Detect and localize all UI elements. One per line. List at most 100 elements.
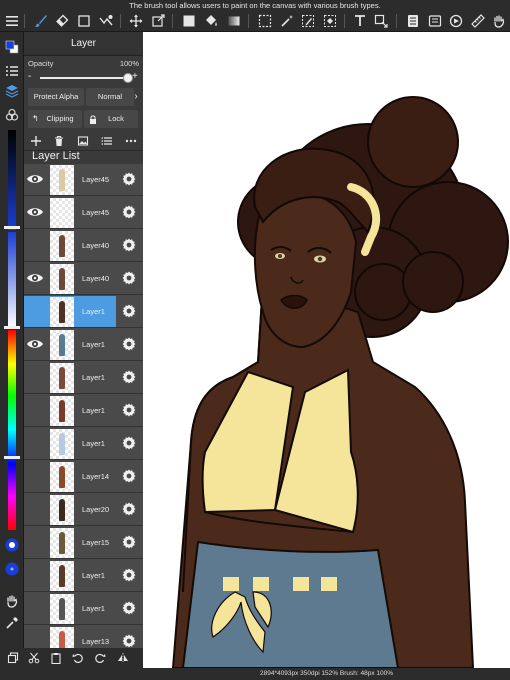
- move-tool-icon[interactable]: [127, 12, 145, 30]
- hand-tool-icon[interactable]: [490, 12, 508, 30]
- layer-settings-gear-icon[interactable]: [122, 535, 136, 549]
- bucket-tool-icon[interactable]: [202, 12, 220, 30]
- opacity-slider-fill: [40, 77, 128, 79]
- select-tool-icon[interactable]: [256, 12, 274, 30]
- layer-row[interactable]: Layer1: [24, 560, 143, 592]
- eraser-tool-icon[interactable]: [53, 12, 71, 30]
- magic-wand-icon[interactable]: [278, 12, 296, 30]
- layer-row[interactable]: Layer40: [24, 263, 143, 295]
- layer-settings-gear-icon[interactable]: [122, 304, 136, 318]
- layer-row[interactable]: Layer14: [24, 461, 143, 493]
- eyedropper-icon[interactable]: [3, 614, 21, 632]
- fill-color-icon[interactable]: [180, 12, 198, 30]
- hand-icon[interactable]: [3, 592, 21, 610]
- layer-settings-gear-icon[interactable]: [122, 634, 136, 648]
- select-pen-icon[interactable]: [299, 12, 317, 30]
- color-sliders[interactable]: [4, 130, 20, 550]
- layer-name: Layer1: [82, 340, 105, 349]
- layer-name: Layer15: [82, 538, 110, 547]
- lock-label: Lock: [108, 114, 124, 123]
- layer-row[interactable]: Layer1: [24, 593, 143, 625]
- layer-settings-gear-icon[interactable]: [122, 271, 136, 285]
- layer-stack-icon[interactable]: [3, 82, 21, 100]
- layer-row[interactable]: Layer20: [24, 494, 143, 526]
- cut-icon[interactable]: [26, 650, 42, 666]
- clipping-button[interactable]: ↰ Clipping: [28, 110, 82, 128]
- copy-icon[interactable]: [5, 650, 21, 666]
- opacity-slider[interactable]: [40, 73, 133, 83]
- drawing-canvas[interactable]: [143, 32, 510, 668]
- layers-icon[interactable]: [404, 12, 422, 30]
- gradient-tool-icon[interactable]: [225, 12, 243, 30]
- shape-tool-icon[interactable]: [75, 12, 93, 30]
- select-eraser-icon[interactable]: [321, 12, 339, 30]
- opacity-increase-button[interactable]: +: [132, 72, 140, 82]
- delete-layer-icon[interactable]: [51, 133, 67, 149]
- add-layer-icon[interactable]: [28, 133, 44, 149]
- brush-list-icon[interactable]: [3, 62, 21, 80]
- app-window: The brush tool allows users to paint on …: [0, 0, 510, 680]
- blend-mode-arrow[interactable]: ›: [130, 88, 142, 106]
- layer-settings-gear-icon[interactable]: [122, 337, 136, 351]
- brush-tool-icon[interactable]: [32, 12, 50, 30]
- layer-row[interactable]: Layer1: [24, 362, 143, 394]
- layer-settings-gear-icon[interactable]: [122, 502, 136, 516]
- brush-size-icon[interactable]: [3, 536, 21, 554]
- smudge-tool-icon[interactable]: [97, 12, 115, 30]
- layer-row[interactable]: Layer13: [24, 626, 143, 648]
- visibility-eye-icon[interactable]: [26, 337, 44, 351]
- more-options-icon[interactable]: [123, 133, 139, 149]
- visibility-eye-icon[interactable]: [26, 271, 44, 285]
- layer-thumbnail-figure: [59, 598, 65, 620]
- layer-settings-gear-icon[interactable]: [122, 403, 136, 417]
- import-image-icon[interactable]: [75, 133, 91, 149]
- left-footer: [0, 668, 143, 680]
- opacity-decrease-button[interactable]: -: [28, 72, 36, 82]
- status-bar: 2894*4093px 350dpi 152% Brush: 48px 100%: [143, 668, 510, 680]
- ruler-icon[interactable]: [469, 12, 487, 30]
- blend-mode-select[interactable]: Normal: [86, 88, 134, 106]
- layer-panel: Layer Opacity 100% - + Protect Alpha Nor…: [24, 32, 143, 648]
- layer-row[interactable]: Layer1: [24, 296, 143, 328]
- layer-row[interactable]: Layer40: [24, 230, 143, 262]
- layer-menu-icon[interactable]: [99, 133, 115, 149]
- transform-tool-icon[interactable]: [149, 12, 167, 30]
- text-tool-icon[interactable]: [351, 12, 369, 30]
- layer-name: Layer45: [82, 208, 110, 217]
- visibility-eye-icon[interactable]: [26, 172, 44, 186]
- menu-icon[interactable]: [3, 12, 21, 30]
- layer-settings-gear-icon[interactable]: [122, 205, 136, 219]
- flip-icon[interactable]: [115, 650, 131, 666]
- layer-name: Layer14: [82, 472, 110, 481]
- brush-opacity-icon[interactable]: [3, 560, 21, 578]
- layer-settings-gear-icon[interactable]: [122, 370, 136, 384]
- layer-row[interactable]: Layer45: [24, 164, 143, 196]
- layer-settings-gear-icon[interactable]: [122, 172, 136, 186]
- paste-icon[interactable]: [48, 650, 64, 666]
- protect-alpha-button[interactable]: Protect Alpha: [28, 88, 84, 106]
- layer-row[interactable]: Layer1: [24, 395, 143, 427]
- color-mixer-icon[interactable]: [3, 106, 21, 124]
- lock-button[interactable]: Lock: [84, 110, 138, 128]
- material-icon[interactable]: [426, 12, 444, 30]
- layer-settings-gear-icon[interactable]: [122, 238, 136, 252]
- layer-name: Layer13: [82, 637, 110, 646]
- undo-icon[interactable]: [70, 650, 86, 666]
- snap-icon[interactable]: [447, 12, 465, 30]
- layer-thumbnail-figure: [59, 433, 65, 455]
- layer-thumbnail-figure: [59, 169, 65, 191]
- frame-divider-icon[interactable]: [372, 12, 390, 30]
- layer-row[interactable]: Layer1: [24, 329, 143, 361]
- toolbar-divider: [396, 14, 397, 28]
- visibility-eye-icon[interactable]: [26, 205, 44, 219]
- layer-settings-gear-icon[interactable]: [122, 568, 136, 582]
- layer-settings-gear-icon[interactable]: [122, 601, 136, 615]
- layer-settings-gear-icon[interactable]: [122, 436, 136, 450]
- layer-row[interactable]: Layer15: [24, 527, 143, 559]
- layer-row[interactable]: Layer1: [24, 428, 143, 460]
- color-swatch-icon[interactable]: [3, 38, 21, 56]
- layer-settings-gear-icon[interactable]: [122, 469, 136, 483]
- layer-row[interactable]: Layer45: [24, 197, 143, 229]
- layer-name: Layer20: [82, 505, 110, 514]
- redo-icon[interactable]: [92, 650, 108, 666]
